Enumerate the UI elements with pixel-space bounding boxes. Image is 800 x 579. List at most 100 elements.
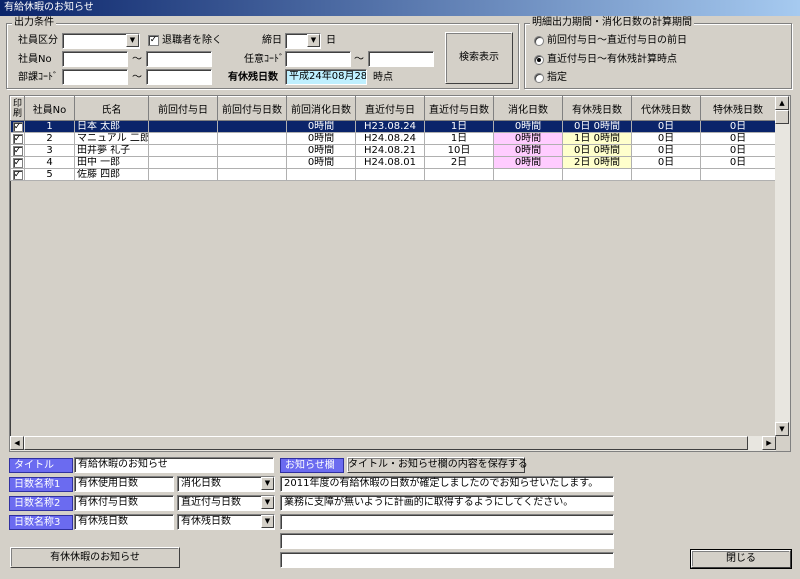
scroll-thumb[interactable] bbox=[24, 436, 748, 450]
cell-prev-date[interactable] bbox=[148, 168, 218, 181]
table-row[interactable]: ✓ 1 日本 太郎 0時間 H23.08.24 1日 0時間 0日 0時間 0日 0日 bbox=[10, 120, 776, 133]
cell-special[interactable]: 0日 bbox=[700, 144, 776, 157]
scroll-down-icon[interactable]: ▼ bbox=[775, 422, 789, 436]
chevron-down-icon[interactable]: ▼ bbox=[307, 34, 320, 47]
day-name2-field[interactable]: 有休付与日数 bbox=[74, 495, 174, 511]
cell-name[interactable]: 田中 一郎 bbox=[74, 156, 149, 169]
cell-used[interactable]: 0時間 bbox=[493, 156, 563, 169]
notice-line-1[interactable]: 2011年度の有給休暇の日数が確定しましたのでお知らせいたします。 bbox=[280, 476, 614, 492]
cell-no[interactable]: 3 bbox=[24, 144, 75, 157]
cell-name[interactable]: マニュアル 二郎 bbox=[74, 132, 149, 145]
table-row[interactable]: ✓ 2 マニュアル 二郎 0時間 H24.08.24 1日 0時間 1日 0時間 0日 0日 bbox=[10, 132, 776, 145]
scroll-up-icon[interactable]: ▲ bbox=[775, 96, 789, 110]
cell-remain[interactable] bbox=[562, 168, 632, 181]
column-header[interactable]: 直近付与日数 bbox=[424, 96, 494, 121]
column-header[interactable]: 前回消化日数 bbox=[286, 96, 356, 121]
chevron-down-icon[interactable]: ▼ bbox=[126, 34, 139, 47]
print-cell[interactable]: ✓ bbox=[10, 120, 25, 133]
cell-prev-used[interactable] bbox=[286, 168, 356, 181]
remaining-date-field[interactable]: 平成24年08月28日 bbox=[285, 69, 367, 85]
cell-used[interactable]: 0時間 bbox=[493, 132, 563, 145]
cell-prev-used[interactable]: 0時間 bbox=[286, 144, 356, 157]
period-radio-0[interactable] bbox=[534, 36, 544, 46]
column-header[interactable]: 特休残日数 bbox=[700, 96, 776, 121]
cell-remain[interactable]: 1日 0時間 bbox=[562, 132, 632, 145]
cell-comp[interactable]: 0日 bbox=[631, 144, 701, 157]
cell-no[interactable]: 2 bbox=[24, 132, 75, 145]
vertical-scrollbar[interactable]: ▲ ▼ bbox=[775, 96, 790, 436]
cell-last-days[interactable]: 1日 bbox=[424, 120, 494, 133]
cell-name[interactable]: 佐藤 四郎 bbox=[74, 168, 149, 181]
period-radio-2[interactable] bbox=[534, 73, 544, 83]
cell-remain[interactable]: 2日 0時間 bbox=[562, 156, 632, 169]
notice-line-3[interactable] bbox=[280, 514, 614, 530]
print-checkbox[interactable]: ✓ bbox=[12, 145, 23, 156]
column-header[interactable]: 氏名 bbox=[74, 96, 149, 121]
cell-comp[interactable]: 0日 bbox=[631, 120, 701, 133]
title-field[interactable]: 有給休暇のお知らせ bbox=[74, 457, 274, 473]
print-cell[interactable]: ✓ bbox=[10, 132, 25, 145]
column-header[interactable]: 前回付与日数 bbox=[217, 96, 287, 121]
print-checkbox[interactable]: ✓ bbox=[12, 121, 23, 132]
cell-last-days[interactable]: 2日 bbox=[424, 156, 494, 169]
cell-prev-days[interactable] bbox=[217, 144, 287, 157]
cell-prev-date[interactable] bbox=[148, 132, 218, 145]
cell-prev-used[interactable]: 0時間 bbox=[286, 120, 356, 133]
column-header[interactable]: 有休残日数 bbox=[562, 96, 632, 121]
scroll-right-icon[interactable]: ▶ bbox=[762, 436, 776, 450]
day-name3-field[interactable]: 有休残日数 bbox=[74, 514, 174, 530]
close-button[interactable]: 閉じる bbox=[690, 549, 792, 569]
cell-remain[interactable]: 0日 0時間 bbox=[562, 120, 632, 133]
cell-prev-date[interactable] bbox=[148, 156, 218, 169]
column-header[interactable]: 代休残日数 bbox=[631, 96, 701, 121]
notice-line-4[interactable] bbox=[280, 533, 614, 549]
cell-used[interactable] bbox=[493, 168, 563, 181]
cell-special[interactable] bbox=[700, 168, 776, 181]
search-button[interactable]: 検索表示 bbox=[445, 32, 513, 84]
cell-last-date[interactable]: H24.08.24 bbox=[355, 132, 425, 145]
chevron-down-icon[interactable]: ▼ bbox=[261, 515, 274, 528]
cell-prev-used[interactable]: 0時間 bbox=[286, 156, 356, 169]
table-row[interactable]: ✓ 4 田中 一郎 0時間 H24.08.01 2日 0時間 2日 0時間 0日 0日 bbox=[10, 156, 776, 169]
column-header[interactable]: 前回付与日 bbox=[148, 96, 218, 121]
cell-special[interactable]: 0日 bbox=[700, 132, 776, 145]
cell-no[interactable]: 1 bbox=[24, 120, 75, 133]
cell-special[interactable]: 0日 bbox=[700, 156, 776, 169]
cell-name[interactable]: 日本 太郎 bbox=[74, 120, 149, 133]
optional-code-from-field[interactable] bbox=[285, 51, 351, 67]
dept-code-to-field[interactable] bbox=[146, 69, 212, 85]
horizontal-scrollbar[interactable]: ◀ ▶ bbox=[10, 436, 776, 451]
table-row[interactable]: ✓ 3 田井夢 礼子 0時間 H24.08.21 10日 0時間 0日 0時間 0日 0日 bbox=[10, 144, 776, 157]
cell-last-date[interactable] bbox=[355, 168, 425, 181]
column-header[interactable]: 直近付与日 bbox=[355, 96, 425, 121]
cell-prev-days[interactable] bbox=[217, 120, 287, 133]
table-row[interactable]: ✓ 5 佐藤 四郎 bbox=[10, 168, 776, 181]
cell-prev-days[interactable] bbox=[217, 156, 287, 169]
print-checkbox[interactable]: ✓ bbox=[12, 169, 23, 180]
cell-used[interactable]: 0時間 bbox=[493, 144, 563, 157]
cell-used[interactable]: 0時間 bbox=[493, 120, 563, 133]
save-content-button[interactable]: タイトル・お知らせ欄の内容を保存する bbox=[347, 457, 528, 473]
chevron-down-icon[interactable]: ▼ bbox=[261, 477, 274, 490]
notice-print-button[interactable]: 有休休暇のお知らせ bbox=[10, 547, 180, 568]
dept-code-from-field[interactable] bbox=[62, 69, 128, 85]
print-cell[interactable]: ✓ bbox=[10, 144, 25, 157]
scroll-thumb[interactable] bbox=[775, 110, 789, 124]
print-checkbox[interactable]: ✓ bbox=[12, 157, 23, 168]
cell-name[interactable]: 田井夢 礼子 bbox=[74, 144, 149, 157]
column-header[interactable]: 消化日数 bbox=[493, 96, 563, 121]
cell-last-date[interactable]: H24.08.01 bbox=[355, 156, 425, 169]
notice-line-2[interactable]: 業務に支障が無いように計画的に取得するようにしてください。 bbox=[280, 495, 614, 511]
exclude-retired-checkbox[interactable]: ✓ bbox=[148, 35, 159, 46]
cell-last-date[interactable]: H23.08.24 bbox=[355, 120, 425, 133]
notice-line-5[interactable] bbox=[280, 552, 614, 568]
print-checkbox[interactable]: ✓ bbox=[12, 133, 23, 144]
cell-no[interactable]: 4 bbox=[24, 156, 75, 169]
print-cell[interactable]: ✓ bbox=[10, 168, 25, 181]
cell-special[interactable]: 0日 bbox=[700, 120, 776, 133]
cell-last-days[interactable]: 1日 bbox=[424, 132, 494, 145]
employee-no-to-field[interactable] bbox=[146, 51, 212, 67]
cell-comp[interactable]: 0日 bbox=[631, 156, 701, 169]
cell-prev-date[interactable] bbox=[148, 144, 218, 157]
cell-last-date[interactable]: H24.08.21 bbox=[355, 144, 425, 157]
